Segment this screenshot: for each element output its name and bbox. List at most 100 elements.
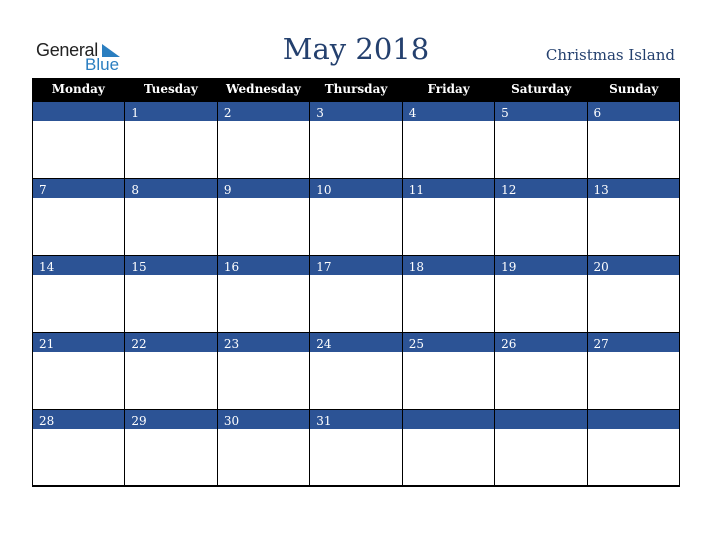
day-band: 3 — [310, 101, 402, 121]
day-band: 26 — [495, 332, 587, 352]
day-number: 22 — [131, 337, 147, 351]
day-cell[interactable] — [494, 409, 587, 486]
weekday-wednesday: Wednesday — [226, 82, 301, 96]
day-cell[interactable]: 23 — [216, 332, 310, 409]
day-cell[interactable]: 12 — [494, 178, 587, 255]
day-number: 1 — [131, 106, 140, 120]
calendar-bottom-border — [32, 485, 680, 487]
day-band: 5 — [495, 101, 587, 121]
weekday-friday: Friday — [427, 82, 470, 96]
day-cell[interactable]: 8 — [124, 178, 217, 255]
day-cell[interactable]: 13 — [586, 178, 680, 255]
day-number: 31 — [316, 414, 332, 428]
day-body — [310, 429, 401, 486]
day-band: 10 — [310, 178, 402, 198]
day-cell[interactable]: 7 — [32, 178, 125, 255]
calendar-grid: Monday Tuesday Wednesday Thursday Friday Satu… — [32, 78, 680, 486]
day-number: 25 — [408, 337, 424, 351]
day-number: 5 — [501, 106, 509, 120]
day-number: 8 — [131, 183, 140, 197]
day-cell[interactable]: 19 — [494, 255, 587, 332]
day-cell[interactable]: 21 — [32, 332, 125, 409]
day-number: 27 — [593, 337, 609, 351]
weekday-tuesday: Tuesday — [143, 82, 198, 96]
day-band: 9 — [217, 178, 310, 198]
day-cell[interactable]: 1 — [124, 101, 217, 178]
day-cell[interactable]: 22 — [124, 332, 217, 409]
day-cell[interactable] — [401, 409, 495, 486]
day-cell[interactable]: 30 — [216, 409, 310, 486]
day-number — [495, 414, 501, 428]
day-body — [588, 352, 679, 409]
day-cell[interactable]: 11 — [401, 178, 495, 255]
day-number: 3 — [316, 106, 324, 120]
day-cell[interactable]: 14 — [32, 255, 125, 332]
day-cell[interactable]: 26 — [494, 332, 587, 409]
day-body — [218, 429, 309, 486]
day-band: 7 — [33, 178, 125, 198]
day-cell[interactable]: 15 — [124, 255, 217, 332]
day-cell[interactable] — [32, 101, 125, 178]
day-cell[interactable]: 20 — [586, 255, 680, 332]
day-body — [33, 121, 124, 178]
day-number: 11 — [408, 183, 424, 197]
day-cell[interactable]: 10 — [309, 178, 402, 255]
day-cell[interactable]: 18 — [401, 255, 495, 332]
day-number: 18 — [408, 260, 424, 274]
day-body — [495, 198, 586, 255]
day-number: 10 — [316, 183, 332, 197]
day-number: 7 — [39, 183, 47, 197]
day-number: 29 — [131, 414, 147, 428]
week-row: 7 8 9 10 11 12 13 — [32, 178, 680, 255]
day-band: 4 — [402, 101, 495, 121]
day-body — [125, 121, 216, 178]
day-body — [310, 352, 401, 409]
day-cell[interactable]: 31 — [309, 409, 402, 486]
day-band: 18 — [402, 255, 495, 275]
day-cell[interactable]: 2 — [216, 101, 310, 178]
day-body — [218, 352, 309, 409]
day-band: 1 — [125, 101, 217, 121]
day-band — [402, 409, 495, 429]
day-cell[interactable]: 16 — [216, 255, 310, 332]
weekday-thursday: Thursday — [324, 82, 388, 96]
day-number — [588, 414, 594, 428]
day-cell[interactable] — [586, 409, 680, 486]
day-number: 16 — [223, 260, 240, 274]
day-number: 19 — [501, 260, 517, 274]
day-cell[interactable]: 29 — [124, 409, 217, 486]
day-band: 22 — [125, 332, 217, 352]
day-body — [403, 121, 494, 178]
day-cell[interactable]: 27 — [586, 332, 680, 409]
day-body — [218, 275, 309, 332]
day-band: 31 — [310, 409, 402, 429]
region-label: Christmas Island — [545, 46, 675, 64]
weekday-header: Monday Tuesday Wednesday Thursday Friday Satu… — [32, 78, 680, 101]
day-cell[interactable]: 17 — [309, 255, 402, 332]
day-cell[interactable]: 9 — [216, 178, 310, 255]
day-body — [33, 352, 124, 409]
day-body — [403, 429, 494, 486]
day-band: 23 — [217, 332, 310, 352]
day-cell[interactable]: 5 — [494, 101, 587, 178]
day-body — [588, 275, 679, 332]
week-row: 21 22 23 24 25 26 27 — [32, 332, 680, 409]
day-cell[interactable]: 28 — [32, 409, 125, 486]
day-cell[interactable]: 24 — [309, 332, 402, 409]
day-number: 4 — [408, 106, 417, 120]
day-band: 29 — [125, 409, 217, 429]
day-band: 25 — [402, 332, 495, 352]
day-number: 24 — [316, 337, 332, 351]
day-body — [495, 121, 586, 178]
day-cell[interactable]: 25 — [401, 332, 495, 409]
day-band: 13 — [587, 178, 679, 198]
day-body — [125, 352, 216, 409]
day-body — [403, 275, 494, 332]
day-cell[interactable]: 4 — [401, 101, 495, 178]
day-band: 2 — [217, 101, 310, 121]
day-body — [33, 275, 124, 332]
day-cell[interactable]: 6 — [586, 101, 680, 178]
day-cell[interactable]: 3 — [309, 101, 402, 178]
day-body — [125, 275, 216, 332]
day-number: 13 — [593, 183, 609, 197]
